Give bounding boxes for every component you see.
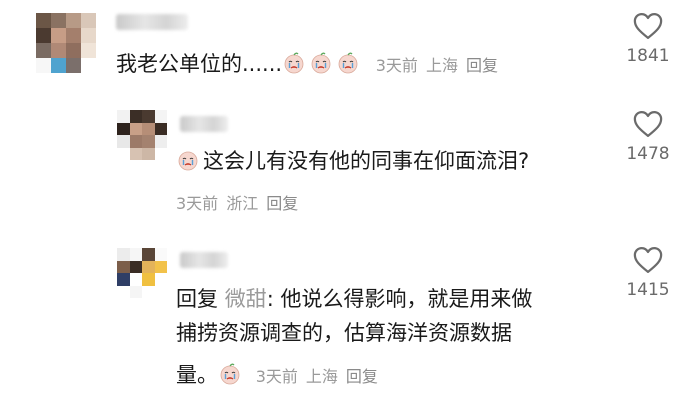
comment-meta: 3天前 上海 回复	[256, 367, 386, 386]
crying-emoji-icon	[311, 52, 331, 74]
comment-line-3: 量。	[176, 363, 218, 387]
comment-1: 我老公单位的...... 3天前 上海 回复 1841	[0, 0, 700, 90]
reply-prefix: 回复	[176, 287, 218, 311]
heart-outline-icon[interactable]	[633, 110, 663, 138]
heart-outline-icon[interactable]	[633, 12, 663, 40]
comment-meta: 3天前 浙江 回复	[176, 190, 306, 214]
comment-text: 这会儿有没有他的同事在仰面流泪?	[176, 144, 529, 178]
comment-text: 我老公单位的...... 3天前 上海 回复	[116, 47, 506, 83]
like-count: 1841	[626, 46, 670, 66]
username-blurred[interactable]	[180, 116, 228, 132]
comment-text: 量。 3天前 上海 回复	[176, 358, 386, 394]
comment-location: 上海	[425, 56, 458, 75]
like-button[interactable]: 1841	[618, 12, 678, 66]
emoji-group	[282, 52, 363, 76]
crying-emoji-icon	[178, 151, 198, 171]
reply-button[interactable]: 回复	[466, 56, 498, 75]
comment-line-2: 捕捞资源调查的，估算海洋资源数据	[176, 321, 512, 345]
username-blurred[interactable]	[180, 252, 228, 268]
reply-button[interactable]: 回复	[266, 194, 298, 213]
avatar[interactable]	[36, 13, 96, 73]
comment-time: 3天前	[176, 194, 219, 213]
comment-meta: 3天前 上海 回复	[376, 56, 506, 75]
crying-emoji-icon	[284, 52, 304, 74]
comment-location: 浙江	[226, 194, 259, 213]
comment-body: 这会儿有没有他的同事在仰面流泪?	[203, 149, 530, 173]
comment-time: 3天前	[375, 56, 418, 75]
comment-text: 回复 微甜: 他说么得影响，就是用来做	[176, 282, 532, 316]
crying-emoji-icon	[338, 52, 358, 74]
avatar[interactable]	[117, 110, 167, 160]
crying-emoji-icon	[220, 363, 240, 385]
comment-line-1: : 他说么得影响，就是用来做	[266, 287, 533, 311]
like-count: 1478	[626, 144, 670, 164]
like-count: 1415	[626, 280, 670, 300]
comment-text: 捕捞资源调查的，估算海洋资源数据	[176, 316, 512, 350]
reply-button[interactable]: 回复	[346, 367, 378, 386]
avatar[interactable]	[117, 248, 167, 298]
comment-2: 这会儿有没有他的同事在仰面流泪? 3天前 浙江 回复 1478	[0, 100, 700, 230]
like-button[interactable]: 1415	[618, 246, 678, 300]
comment-location: 上海	[305, 367, 338, 386]
comment-time: 3天前	[255, 367, 298, 386]
username-blurred[interactable]	[116, 14, 188, 30]
heart-outline-icon[interactable]	[633, 246, 663, 274]
comment-3: 回复 微甜: 他说么得影响，就是用来做 捕捞资源调查的，估算海洋资源数据 量。 …	[0, 240, 700, 403]
like-button[interactable]: 1478	[618, 110, 678, 164]
mention-link[interactable]: 微甜	[225, 287, 267, 311]
comment-body: 我老公单位的......	[116, 52, 283, 76]
